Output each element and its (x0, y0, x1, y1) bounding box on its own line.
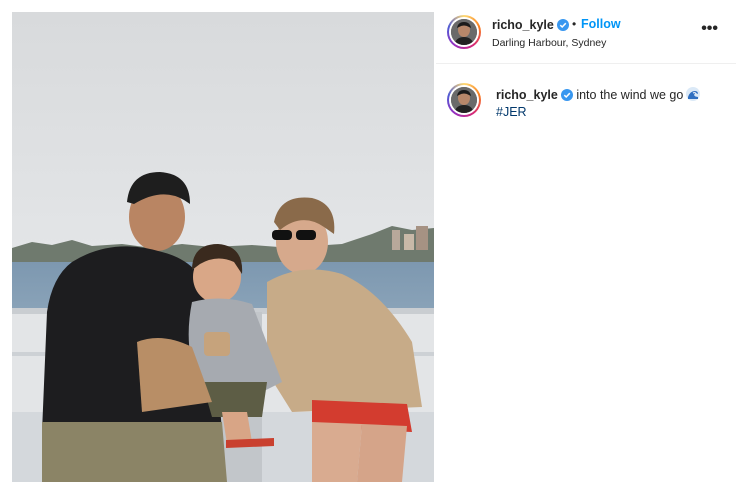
post-location[interactable]: Darling Harbour, Sydney (492, 37, 606, 49)
instagram-post: richo_kyle • Follow Darling Harbour, Syd… (0, 0, 745, 489)
verified-badge-icon (556, 19, 569, 31)
photo-image (12, 12, 434, 482)
water-wave-icon (686, 87, 701, 101)
caption-username[interactable]: richo_kyle (496, 88, 573, 102)
follow-button[interactable]: Follow (581, 17, 621, 31)
author-avatar[interactable] (447, 15, 481, 49)
post-photo[interactable] (12, 12, 434, 482)
caption-comment: richo_kyle into the wind we go #JER (436, 83, 736, 143)
post-sidebar: richo_kyle • Follow Darling Harbour, Syd… (436, 12, 736, 482)
caption-body: into the wind we go (576, 88, 684, 102)
author-username[interactable]: richo_kyle (492, 18, 569, 32)
post-header: richo_kyle • Follow Darling Harbour, Syd… (436, 12, 736, 64)
avatar-photo (451, 87, 477, 113)
verified-badge-icon (560, 89, 573, 101)
caption-avatar[interactable] (447, 83, 481, 117)
avatar-photo (451, 19, 477, 45)
separator-dot: • (572, 17, 577, 31)
more-options-icon[interactable]: ••• (701, 20, 718, 38)
caption-text: richo_kyle into the wind we go #JER (496, 87, 726, 121)
hashtag-link[interactable]: #JER (496, 104, 726, 121)
